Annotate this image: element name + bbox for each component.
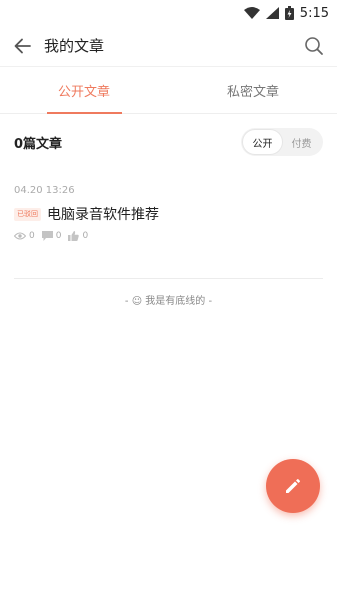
likes-count: 0	[82, 231, 89, 241]
filter-paid-button[interactable]: 付费	[282, 130, 321, 154]
views-count: 0	[29, 231, 35, 241]
arrow-left-icon	[14, 38, 31, 54]
end-of-list-note: - ☺ 我是有底线的 -	[0, 292, 337, 307]
tab-label: 公开文章	[57, 85, 110, 100]
views-stat: 0	[14, 231, 35, 241]
end-note-text: - ☺ 我是有底线的 -	[124, 296, 213, 307]
filter-public-button[interactable]: 公开	[243, 130, 282, 154]
status-time: 5:15	[299, 5, 329, 21]
article-title-row: 已驳回 电脑录音软件推荐	[14, 204, 159, 224]
battery-icon	[284, 6, 294, 20]
tab-label: 私密文章	[226, 85, 279, 100]
back-button[interactable]	[12, 35, 34, 57]
comments-stat: 0	[41, 231, 62, 241]
search-icon	[305, 37, 323, 55]
page-title: 我的文章	[44, 37, 105, 55]
visibility-filter: 公开 付费	[241, 128, 323, 156]
pencil-icon	[286, 478, 301, 493]
comments-count: 0	[55, 231, 62, 241]
article-title: 电脑录音软件推荐	[47, 207, 159, 223]
search-button[interactable]	[303, 35, 325, 57]
tab-public-articles[interactable]: 公开文章	[0, 67, 168, 114]
eye-icon	[14, 232, 26, 240]
wifi-icon	[243, 7, 260, 19]
article-tabs: 公开文章 私密文章	[0, 66, 337, 114]
app-header: 我的文章	[0, 26, 337, 66]
signal-icon	[265, 7, 279, 19]
write-article-button[interactable]	[266, 459, 320, 513]
article-time: 04.20 13:26	[14, 185, 75, 196]
thumbs-up-icon	[68, 231, 80, 241]
status-badge: 已驳回	[14, 207, 41, 221]
article-stats: 0 0 0	[14, 231, 88, 241]
likes-stat: 0	[68, 231, 88, 241]
status-bar: 5:15	[0, 0, 337, 26]
article-count: 0篇文章	[14, 137, 63, 152]
divider	[14, 278, 323, 279]
tab-private-articles[interactable]: 私密文章	[169, 67, 337, 114]
screen: 5:15 我的文章 公开文章 私密文章 0篇文章 公开 付费 04.20 13:…	[0, 0, 337, 600]
active-tab-indicator	[47, 112, 122, 114]
comment-icon	[41, 231, 53, 241]
